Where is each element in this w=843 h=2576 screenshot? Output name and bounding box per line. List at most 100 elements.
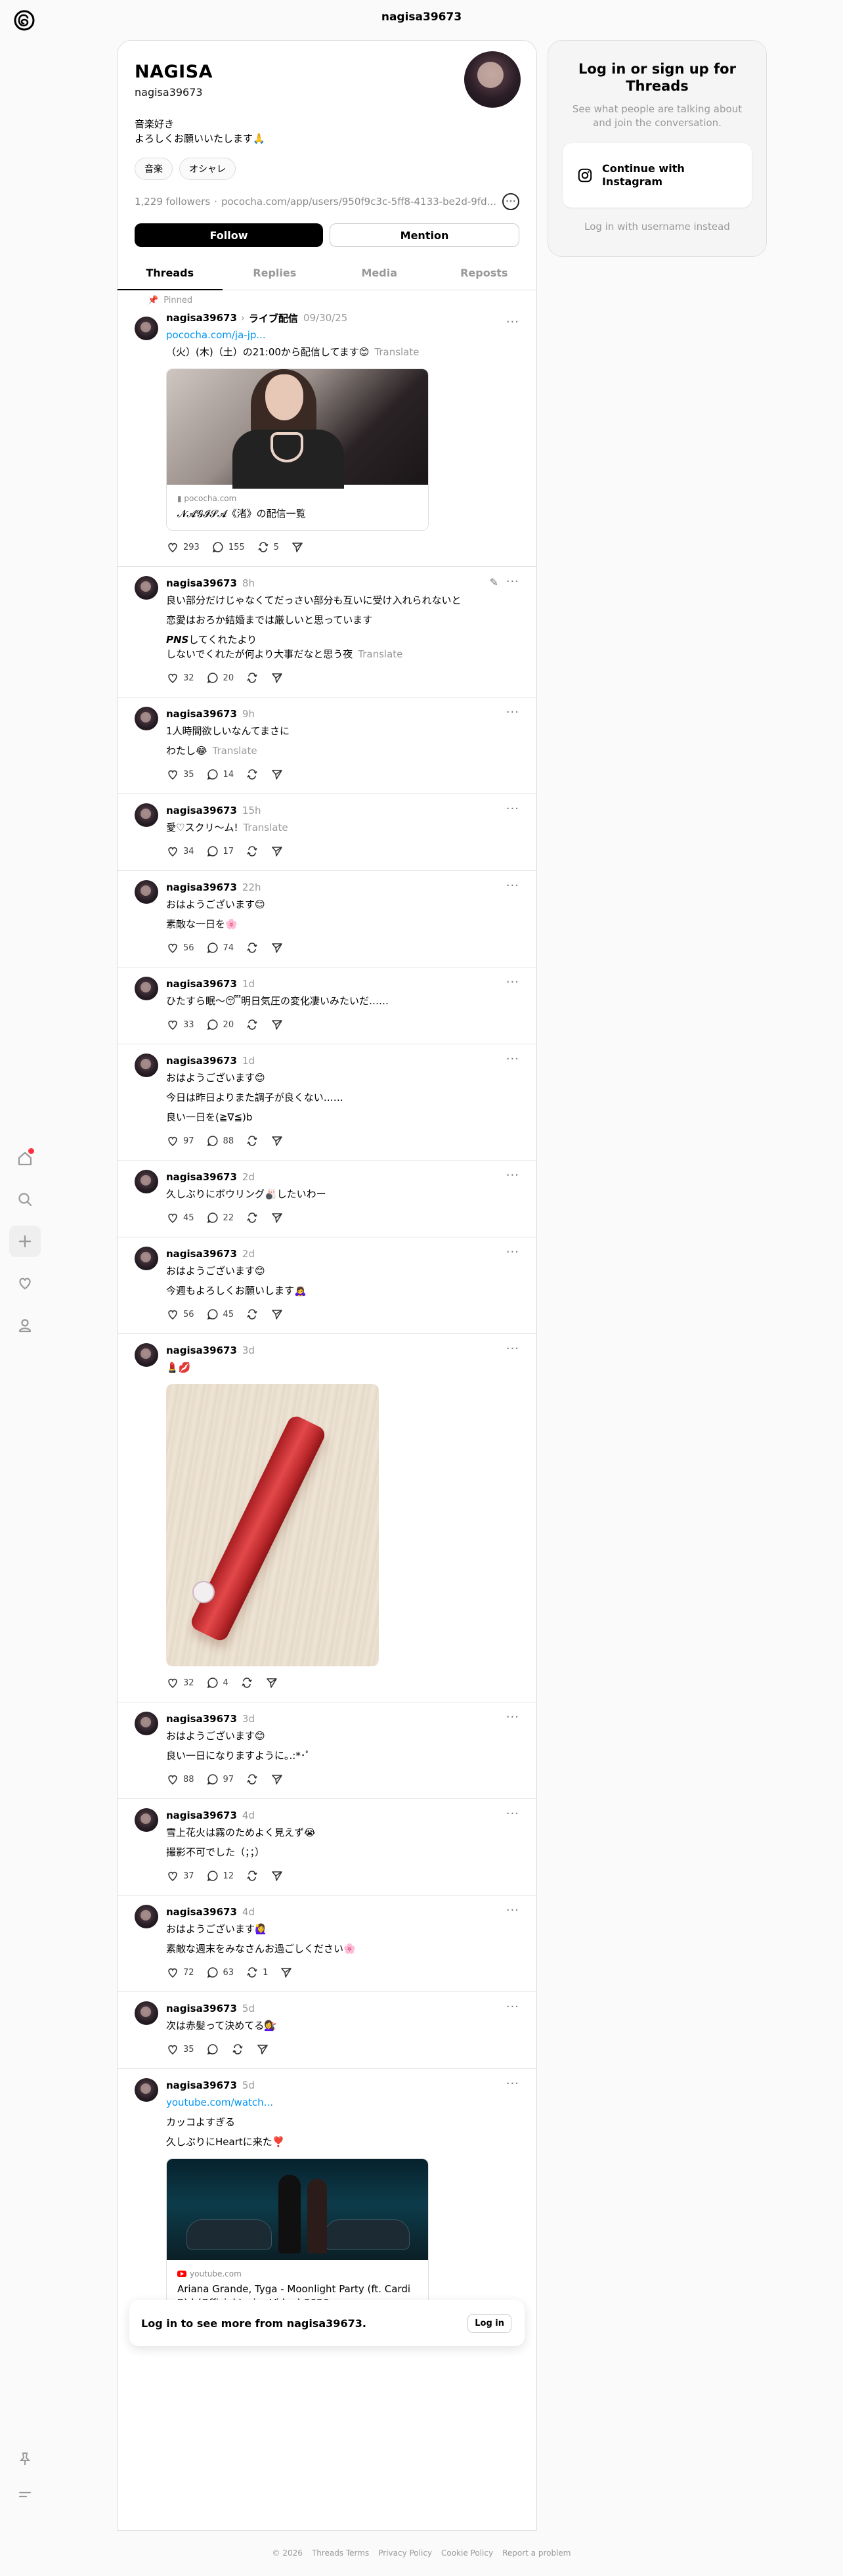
footer-report-link[interactable]: Report a problem [502,2548,571,2558]
share-button[interactable] [270,1308,284,1321]
repost-button[interactable]: 1 [246,1966,268,1979]
repost-button[interactable] [231,2043,244,2056]
translate-link[interactable]: Translate [374,346,419,358]
avatar[interactable] [135,1343,158,1367]
avatar[interactable] [135,317,158,340]
share-button[interactable] [280,1966,293,1979]
thread-post[interactable]: ··· nagisa39673 3d 💄💋 32 4 [118,1334,536,1702]
share-button[interactable] [291,541,304,554]
share-button[interactable] [270,941,284,954]
post-more-icon[interactable]: ··· [506,977,519,988]
avatar[interactable] [135,707,158,730]
thread-post[interactable]: ··· nagisa39673 15h 愛♡スクリ〜ム! Translate 34 … [118,794,536,871]
avatar[interactable] [135,2078,158,2102]
repost-button[interactable] [240,1676,253,1689]
post-more-icon[interactable]: ··· [506,1808,519,1820]
avatar[interactable] [135,1808,158,1832]
thread-post[interactable]: ··· nagisa39673 22h おはようございます😊 素敵な一日を🌸 56… [118,871,536,967]
like-button[interactable]: 32 [166,1676,194,1689]
repost-button[interactable] [246,845,259,858]
thread-post[interactable]: ··· nagisa39673 4d 雪上花火は霧のためよく見えず😭 撮影不可でし… [118,1799,536,1896]
share-button[interactable] [270,1134,284,1147]
post-username[interactable]: nagisa39673 [166,978,237,990]
menu-icon[interactable] [9,2479,41,2510]
avatar[interactable] [135,1247,158,1270]
avatar[interactable] [135,576,158,600]
post-username[interactable]: nagisa39673 [166,805,237,816]
repost-button[interactable] [246,1134,259,1147]
like-button[interactable]: 56 [166,1308,194,1321]
thread-post[interactable]: ··· nagisa39673 1d おはようございます😊 今日は昨日よりまた調子… [118,1044,536,1161]
repost-button[interactable] [246,1018,259,1031]
reply-button[interactable]: 63 [206,1966,234,1979]
post-more-icon[interactable]: ··· [506,1343,519,1355]
thread-post[interactable]: ··· nagisa39673 2d おはようございます😊 今週もよろしくお願いし… [118,1237,536,1334]
post-more-icon[interactable]: ··· [506,576,519,588]
avatar[interactable] [135,1170,158,1193]
share-button[interactable] [270,1211,284,1224]
edit-icon[interactable]: ✎ [490,576,498,588]
post-username[interactable]: nagisa39673 [166,1906,237,1918]
like-button[interactable]: 97 [166,1134,194,1147]
link-preview-card[interactable]: youtube.com Ariana Grande, Tyga - Moonli… [166,2158,429,2320]
reply-button[interactable]: 45 [206,1308,234,1321]
search-icon[interactable] [9,1184,41,1215]
home-icon[interactable] [9,1143,41,1174]
avatar[interactable] [135,1712,158,1735]
reply-button[interactable]: 155 [211,541,245,554]
tag-chip[interactable]: オシャレ [179,158,236,180]
like-button[interactable]: 32 [166,671,194,684]
repost-button[interactable] [246,671,259,684]
thread-post[interactable]: ··· nagisa39673 9h 1人時間欲しいなんてまさに わたし😂 Tran… [118,698,536,794]
post-username[interactable]: nagisa39673 [166,312,237,324]
post-username[interactable]: nagisa39673 [166,2079,237,2091]
thread-post[interactable]: ··· nagisa39673 5d 次は赤髪って決めてる💇‍♀️ 35 [118,1992,536,2069]
instagram-login-button[interactable]: Continue with Instagram [563,143,752,208]
footer-terms-link[interactable]: Threads Terms [312,2548,369,2558]
post-more-icon[interactable]: ··· [506,1054,519,1065]
reply-button[interactable]: 14 [206,768,234,781]
avatar[interactable] [135,803,158,827]
repost-button[interactable]: 5 [257,541,279,554]
post-username[interactable]: nagisa39673 [166,2003,237,2014]
post-topic[interactable]: ライブ配信 [249,311,298,325]
post-more-icon[interactable]: ··· [506,1712,519,1723]
post-photo[interactable] [166,1384,379,1666]
reply-button[interactable]: 22 [206,1211,234,1224]
tab-media[interactable]: Media [327,257,432,290]
post-more-icon[interactable]: ··· [506,1170,519,1182]
like-button[interactable]: 56 [166,941,194,954]
post-username[interactable]: nagisa39673 [166,708,237,720]
post-more-icon[interactable]: ··· [506,1247,519,1258]
more-options-icon[interactable]: ··· [502,193,519,210]
footer-privacy-link[interactable]: Privacy Policy [378,2548,432,2558]
reply-button[interactable]: 20 [206,1018,234,1031]
thread-post[interactable]: ··· nagisa39673 2d 久しぶりにボウリング🎳したいわー 45 22 [118,1161,536,1237]
reply-button[interactable]: 97 [206,1773,234,1786]
post-username[interactable]: nagisa39673 [166,577,237,589]
post-link[interactable]: pococha.com/ja-jp... [166,328,519,342]
reply-button[interactable] [206,2043,219,2056]
reply-button[interactable]: 88 [206,1134,234,1147]
thread-post[interactable]: 📌 Pinned ··· nagisa39673 › ライブ配信 09/30/2… [118,290,536,567]
share-button[interactable] [270,1773,284,1786]
repost-button[interactable] [246,1211,259,1224]
post-username[interactable]: nagisa39673 [166,1248,237,1260]
post-username[interactable]: nagisa39673 [166,1171,237,1183]
pin-icon[interactable] [9,2443,41,2475]
follow-button[interactable]: Follow [135,223,323,247]
post-link[interactable]: youtube.com/watch... [166,2095,519,2110]
activity-heart-icon[interactable] [9,1268,41,1299]
share-button[interactable] [270,1869,284,1882]
avatar[interactable] [135,880,158,904]
profile-icon[interactable] [9,1310,41,1341]
followers-count[interactable]: 1,229 followers [135,196,210,208]
repost-button[interactable] [246,941,259,954]
tab-threads[interactable]: Threads [118,257,223,290]
reply-button[interactable]: 17 [206,845,234,858]
share-button[interactable] [270,671,284,684]
thread-post[interactable]: ✎ ··· nagisa39673 8h 良い部分だけじゃなくてだっさい部分も互い… [118,567,536,698]
reply-button[interactable]: 12 [206,1869,234,1882]
like-button[interactable]: 35 [166,768,194,781]
repost-button[interactable] [246,1773,259,1786]
